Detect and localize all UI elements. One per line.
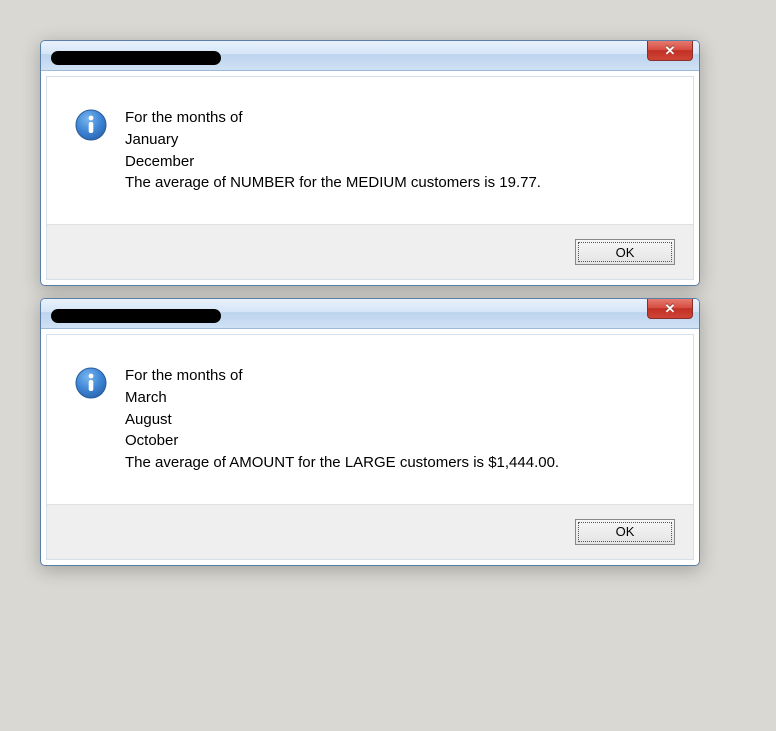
dialog-content: For the months of January December The a… <box>47 77 693 224</box>
title-redacted <box>51 309 221 323</box>
message-text: For the months of January December The a… <box>125 107 673 194</box>
close-button[interactable]: ✕ <box>647 299 693 319</box>
ok-button[interactable]: OK <box>575 239 675 265</box>
ok-button[interactable]: OK <box>575 519 675 545</box>
close-icon: ✕ <box>665 43 676 59</box>
dialog-content: For the months of March August October T… <box>47 335 693 504</box>
button-row: OK <box>47 224 693 279</box>
close-icon: ✕ <box>665 301 676 317</box>
message-dialog: ✕ For the months of <box>40 40 700 286</box>
info-icon <box>75 367 107 399</box>
button-row: OK <box>47 504 693 559</box>
message-text: For the months of March August October T… <box>125 365 673 474</box>
close-button[interactable]: ✕ <box>647 41 693 61</box>
titlebar[interactable]: ✕ <box>41 41 699 71</box>
info-icon <box>75 109 107 141</box>
titlebar[interactable]: ✕ <box>41 299 699 329</box>
title-redacted <box>51 51 221 65</box>
dialog-inner: For the months of January December The a… <box>46 76 694 280</box>
dialog-inner: For the months of March August October T… <box>46 334 694 560</box>
message-dialog: ✕ For the months of <box>40 298 700 566</box>
